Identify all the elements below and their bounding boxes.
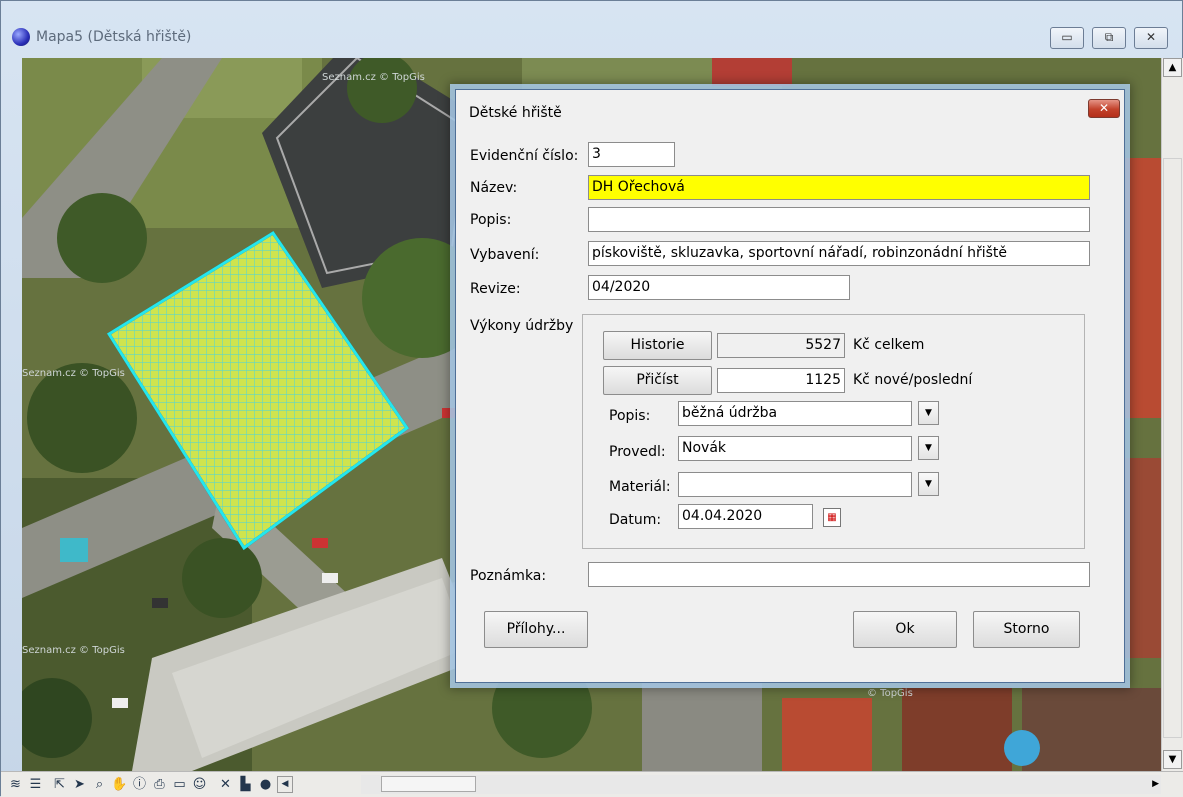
watermark: Seznam.cz © TopGis <box>22 368 125 379</box>
prilohy-button[interactable]: Přílohy... <box>484 611 588 648</box>
datum-label: Datum: <box>609 512 662 528</box>
provedl-select[interactable]: Novák <box>678 436 912 461</box>
last-unit-label: Kč nové/poslední <box>853 372 973 388</box>
vybaveni-label: Vybavení: <box>470 247 540 263</box>
chevron-down-icon[interactable]: ▼ <box>918 401 939 425</box>
last-cost-input[interactable]: 1125 <box>717 368 845 393</box>
historie-button[interactable]: Historie <box>603 331 712 360</box>
close-icon[interactable]: ✕ <box>217 776 234 793</box>
nazev-label: Název: <box>470 180 518 196</box>
total-unit-label: Kč celkem <box>853 337 925 353</box>
watermark: Seznam.cz © TopGis <box>322 72 425 83</box>
info-icon[interactable]: ⓘ <box>131 776 148 793</box>
revize-label: Revize: <box>470 281 521 297</box>
watermark: © TopGis <box>867 688 913 699</box>
scroll-track[interactable] <box>1163 158 1182 738</box>
vertical-scrollbar[interactable]: ▲ ▼ <box>1161 58 1183 771</box>
maintenance-group: Historie 5527 Kč celkem Přičíst 1125 Kč … <box>582 314 1085 549</box>
revize-input[interactable]: 04/2020 <box>588 275 850 300</box>
layers-icon[interactable]: ≋ <box>7 776 24 793</box>
window-titlebar[interactable]: Mapa5 (Dětská hřiště) ▭ ⧉ ✕ <box>1 1 1182 57</box>
zoom-icon[interactable]: ⌕ <box>91 776 108 793</box>
evidencni-cislo-input[interactable]: 3 <box>588 142 675 167</box>
print-icon[interactable]: ⎙ <box>151 776 168 793</box>
calendar-icon[interactable]: ▦ <box>823 508 841 527</box>
person-icon[interactable]: ☺ <box>191 776 208 793</box>
scroll-right-icon[interactable]: ▶ <box>1152 775 1159 794</box>
select-icon[interactable]: ⇱ <box>51 776 68 793</box>
scroll-down-icon[interactable]: ▼ <box>1163 750 1182 769</box>
watermark: Seznam.cz © TopGis <box>22 645 125 656</box>
poznamka-label: Poznámka: <box>470 568 547 584</box>
pan-icon[interactable]: ✋ <box>111 776 128 793</box>
maint-popis-select[interactable]: běžná údržba <box>678 401 912 426</box>
storno-button[interactable]: Storno <box>973 611 1080 648</box>
minimize-button[interactable]: ▭ <box>1050 27 1084 49</box>
chevron-down-icon[interactable]: ▼ <box>918 436 939 460</box>
popis-input[interactable] <box>588 207 1090 232</box>
maint-popis-label: Popis: <box>609 408 651 424</box>
vybaveni-input[interactable]: pískoviště, skluzavka, sportovní nářadí,… <box>588 241 1090 266</box>
legend-icon[interactable]: ☰ <box>27 776 44 793</box>
provedl-label: Provedl: <box>609 444 666 460</box>
poznamka-input[interactable] <box>588 562 1090 587</box>
map-toolbar: ≋ ☰ ⇱ ➤ ⌕ ✋ ⓘ ⎙ ▭ ☺ ✕ ▙ ● ◀ ▶ <box>1 771 1183 797</box>
chart-icon[interactable]: ▙ <box>237 776 254 793</box>
scroll-left-icon[interactable]: ◀ <box>277 776 293 793</box>
close-window-button[interactable]: ✕ <box>1134 27 1168 49</box>
material-label: Materiál: <box>609 479 671 495</box>
material-select[interactable] <box>678 472 912 497</box>
window-title: Mapa5 (Dětská hřiště) <box>36 29 192 45</box>
horizontal-scrollbar[interactable]: ▶ <box>361 775 1161 794</box>
scroll-up-icon[interactable]: ▲ <box>1163 58 1182 77</box>
globe-icon <box>12 28 30 46</box>
total-cost-field: 5527 <box>717 333 845 358</box>
nazev-input[interactable]: DH Ořechová <box>588 175 1090 200</box>
ok-button[interactable]: Ok <box>853 611 957 648</box>
rectangle-icon[interactable]: ▭ <box>171 776 188 793</box>
horizontal-scroll-thumb[interactable] <box>381 776 476 792</box>
dialog-title: Dětské hřiště <box>469 105 562 121</box>
evidencni-cislo-label: Evidenční číslo: <box>470 148 579 164</box>
pin-icon[interactable]: ● <box>257 776 274 793</box>
restore-button[interactable]: ⧉ <box>1092 27 1126 49</box>
chevron-down-icon[interactable]: ▼ <box>918 472 939 496</box>
playground-dialog: Dětské hřiště ✕ Evidenční číslo: 3 Název… <box>455 89 1125 683</box>
popis-label: Popis: <box>470 212 512 228</box>
datum-input[interactable]: 04.04.2020 <box>678 504 813 529</box>
pricist-button[interactable]: Přičíst <box>603 366 712 395</box>
pointer-icon[interactable]: ➤ <box>71 776 88 793</box>
dialog-close-button[interactable]: ✕ <box>1088 99 1120 118</box>
vykony-udrzby-label: Výkony údržby <box>470 318 574 334</box>
